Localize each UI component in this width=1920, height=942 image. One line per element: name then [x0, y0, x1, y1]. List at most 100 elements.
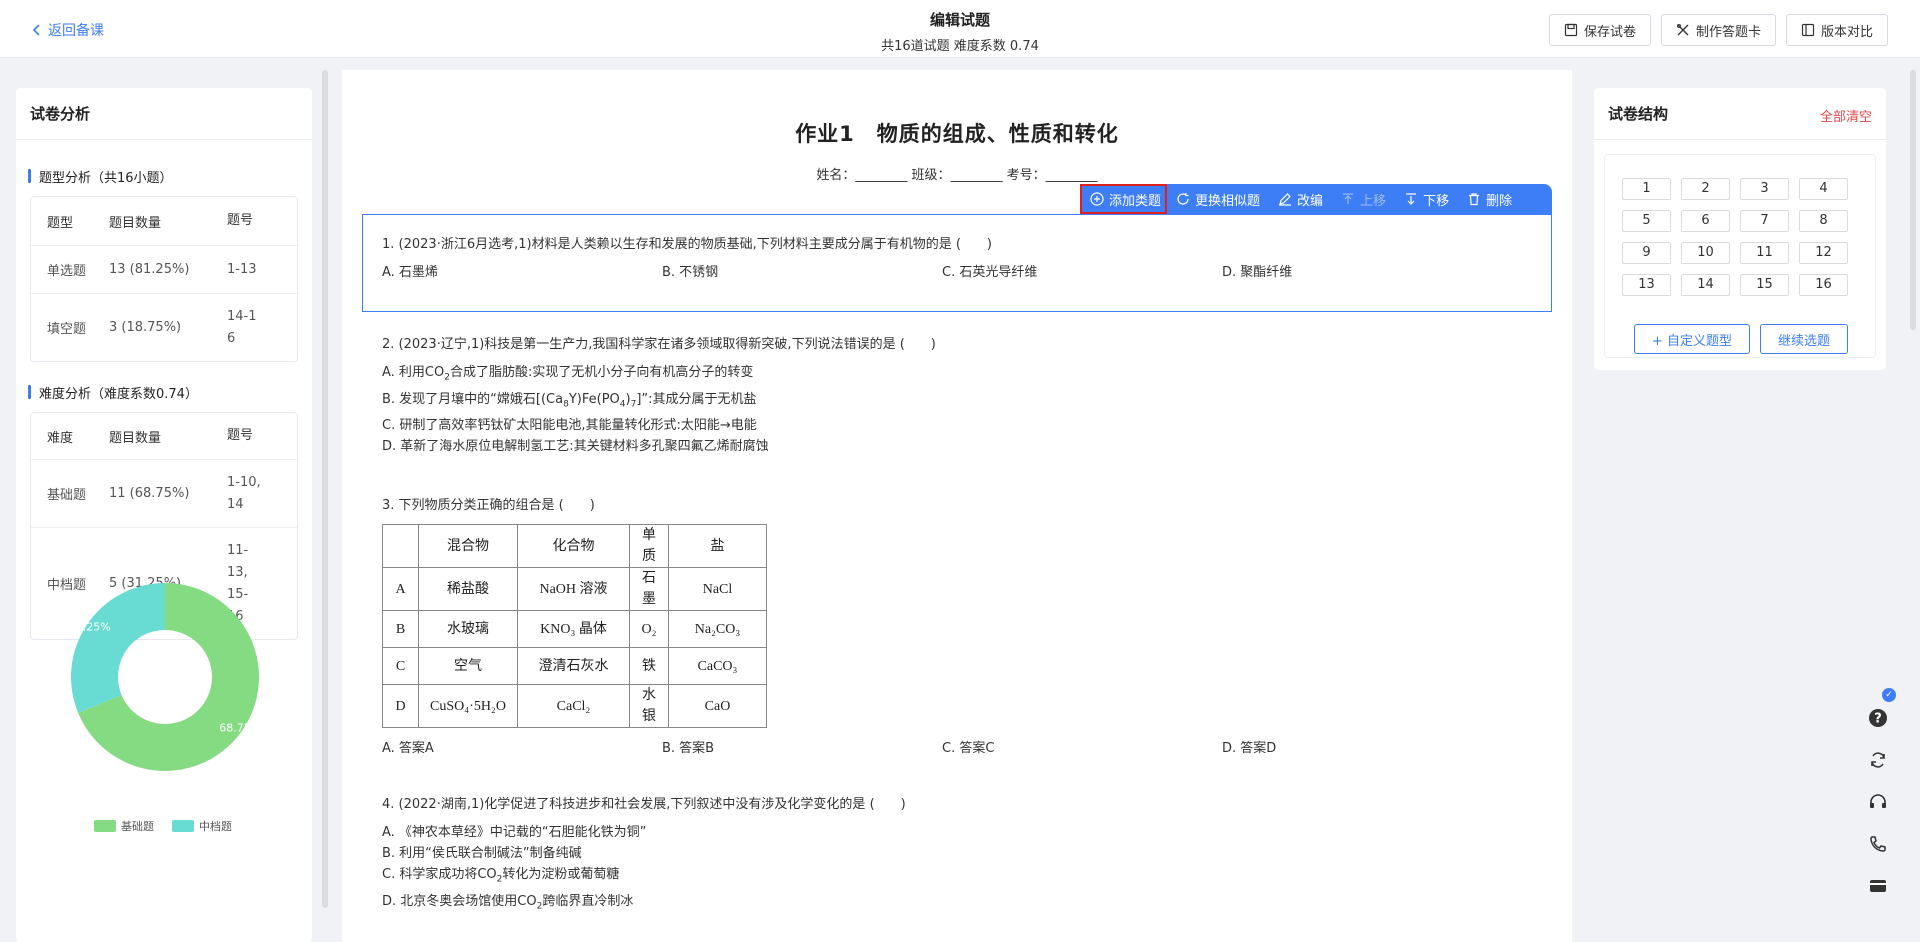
- phone-icon[interactable]: [1866, 832, 1890, 856]
- version-compare-label: 版本对比: [1820, 24, 1873, 40]
- question-number[interactable]: 10: [1681, 242, 1730, 264]
- question-number[interactable]: 16: [1799, 274, 1848, 296]
- replace-similar-button[interactable]: 更换相似题: [1167, 184, 1269, 214]
- make-answer-card-label: 制作答题卡: [1695, 24, 1761, 40]
- question-3[interactable]: 3. 下列物质分类正确的组合是 ( ) 混合物 化合物 单质 盐 A 稀盐酸 NaO…: [382, 495, 1502, 759]
- right-scrollbar[interactable]: [1910, 70, 1916, 330]
- replace-similar-label: 更换相似题: [1195, 193, 1261, 209]
- question-number[interactable]: 2: [1681, 178, 1730, 200]
- question-stem: 2. (2023·辽宁,1)科技是第一生产力,我国科学家在诸多领域取得新突破,下…: [382, 337, 936, 352]
- table-row: 填空题 3 (18.75%) 14-16: [31, 293, 297, 361]
- table-cell: O₂: [629, 610, 669, 648]
- option: B. 发现了月壤中的“嫦娥石[(Ca8Y)Fe(PO4)7]”:其成分属于无机盐: [382, 389, 936, 416]
- save-paper-button[interactable]: 保存试卷: [1548, 14, 1651, 46]
- headset-icon[interactable]: [1866, 790, 1890, 814]
- refresh-icon[interactable]: [1866, 748, 1890, 772]
- question-number[interactable]: 3: [1740, 178, 1789, 200]
- question-number[interactable]: 1: [1622, 178, 1671, 200]
- chart-legend: 基础题 中档题: [94, 818, 232, 834]
- table-cell: D: [382, 684, 419, 728]
- make-answer-card-button[interactable]: 制作答题卡: [1660, 14, 1776, 46]
- delete-button[interactable]: 删除: [1458, 184, 1521, 214]
- option-text: D. 北京冬奥会场馆使用CO: [382, 893, 537, 909]
- option: D. 北京冬奥会场馆使用CO2跨临界直冷制冰: [382, 891, 906, 918]
- question-stem: 1. (2023·浙江6月选考,1)材料是人类赖以生存和发展的物质基础,下列材料…: [382, 237, 992, 252]
- question-number[interactable]: 14: [1681, 274, 1730, 296]
- save-paper-label: 保存试卷: [1583, 24, 1636, 40]
- table-cell: CaO: [668, 684, 767, 728]
- donut-label: 31.25%: [70, 621, 111, 634]
- option: B. 利用“侯氏联合制碱法”制备纯碱: [382, 846, 582, 861]
- table-cell: 化合物: [517, 524, 630, 568]
- type-analysis-heading: 题型分析（共16小题）: [28, 168, 312, 186]
- help-icon[interactable]: ?: [1866, 706, 1890, 730]
- table-cell: 石墨: [629, 567, 669, 611]
- move-up-label: 上移: [1360, 193, 1387, 209]
- table-cell: 铁: [629, 647, 669, 685]
- table-cell: 填空题: [47, 322, 87, 337]
- version-compare-button[interactable]: 版本对比: [1785, 14, 1888, 46]
- option: C. 石英光导纤维: [942, 265, 1038, 280]
- question-4[interactable]: 4. (2022·湖南,1)化学促进了科技进步和社会发展,下列叙述中没有涉及化学…: [382, 794, 906, 917]
- table-row: 混合物 化合物 单质 盐: [382, 524, 767, 568]
- option: B. 答案B: [662, 741, 715, 756]
- question-2[interactable]: 2. (2023·辽宁,1)科技是第一生产力,我国科学家在诸多领域取得新突破,下…: [382, 334, 936, 457]
- difficulty-analysis-heading: 难度分析（难度系数0.74）: [28, 384, 312, 402]
- top-actions: 保存试卷 制作答题卡 版本对比: [1548, 14, 1888, 46]
- question-number[interactable]: 7: [1740, 210, 1789, 232]
- question-options: A. 答案A B. 答案B C. 答案C D. 答案D: [382, 738, 1502, 759]
- option: D. 答案D: [1222, 741, 1277, 756]
- table-row: 单选题 13 (81.25%) 1-13: [31, 245, 297, 293]
- option: C. 答案C: [942, 741, 995, 756]
- trash-icon: [1469, 193, 1480, 206]
- header-cell: 题号: [227, 213, 254, 228]
- table-cell: KNO₃ 晶体: [517, 610, 630, 648]
- custom-type-button[interactable]: + 自定义题型: [1634, 324, 1750, 354]
- table-cell: 空气: [418, 647, 518, 685]
- option: C. 研制了高效率钙钛矿太阳能电池,其能量转化形式:太阳能→电能: [382, 418, 757, 434]
- clear-all-button[interactable]: 全部清空: [1820, 106, 1872, 125]
- legend-item: 中档题: [172, 818, 232, 834]
- question-1[interactable]: 1. (2023·浙江6月选考,1)材料是人类赖以生存和发展的物质基础,下列材料…: [382, 234, 1502, 283]
- continue-select-button[interactable]: 继续选题: [1760, 324, 1848, 354]
- question-number[interactable]: 15: [1740, 274, 1789, 296]
- delete-label: 删除: [1486, 193, 1513, 209]
- question-number[interactable]: 6: [1681, 210, 1730, 232]
- table-cell: 单选题: [47, 264, 87, 279]
- paper-title: 作业1 物质的组成、性质和转化: [795, 122, 1119, 146]
- question-number[interactable]: 9: [1622, 242, 1671, 264]
- table-row: D CuSO₄·5H₂O CaCl₂ 水银 CaO: [382, 684, 767, 728]
- left-scrollbar[interactable]: [322, 70, 328, 908]
- table-cell: 水银: [629, 684, 669, 728]
- question-number[interactable]: 8: [1799, 210, 1848, 232]
- table-cell: CaCl₂: [517, 684, 630, 728]
- table-cell: B: [382, 610, 419, 648]
- question-number[interactable]: 11: [1740, 242, 1789, 264]
- tools-icon: [1676, 24, 1689, 36]
- table-row: C 空气 澄清石灰水铁 CaCO₃: [382, 647, 767, 685]
- table-cell: A: [382, 567, 419, 611]
- move-up-button[interactable]: 上移: [1332, 184, 1395, 214]
- structure-actions: + 自定义题型 继续选题: [1634, 324, 1848, 354]
- add-similar-button[interactable]: 添加类题: [1080, 184, 1168, 214]
- question-number-grid: 1 2 3 4 5 6 7 8 9 10 11 12 13 14 15 16: [1622, 178, 1848, 296]
- question-options: A. 石墨烯 B. 不锈钢 C. 石英光导纤维 D. 聚酯纤维: [382, 262, 1502, 283]
- question-number[interactable]: 4: [1799, 178, 1848, 200]
- option: A. 利用CO2合成了脂肪酸:实现了无机小分子向有机高分子的转变: [382, 362, 936, 389]
- header-cell: 难度: [47, 430, 74, 446]
- analysis-title: 试卷分析: [16, 88, 312, 140]
- adapt-button[interactable]: 改编: [1269, 184, 1332, 214]
- move-down-button[interactable]: 下移: [1395, 184, 1458, 214]
- collapse-badge-icon[interactable]: ✓: [1882, 688, 1896, 702]
- table-cell: C: [382, 647, 419, 685]
- table-cell: 13 (81.25%): [109, 262, 190, 277]
- card-icon[interactable]: [1866, 874, 1890, 898]
- option-text: 转化为淀粉或葡萄糖: [502, 867, 620, 882]
- donut-label: 68.75%: [219, 721, 260, 734]
- table-header: 难度 题目数量 题号: [31, 413, 297, 459]
- compare-icon: [1801, 23, 1815, 37]
- question-number[interactable]: 12: [1799, 242, 1848, 264]
- question-number[interactable]: 13: [1622, 274, 1671, 296]
- question-number[interactable]: 5: [1622, 210, 1671, 232]
- edit-icon: [1279, 193, 1292, 206]
